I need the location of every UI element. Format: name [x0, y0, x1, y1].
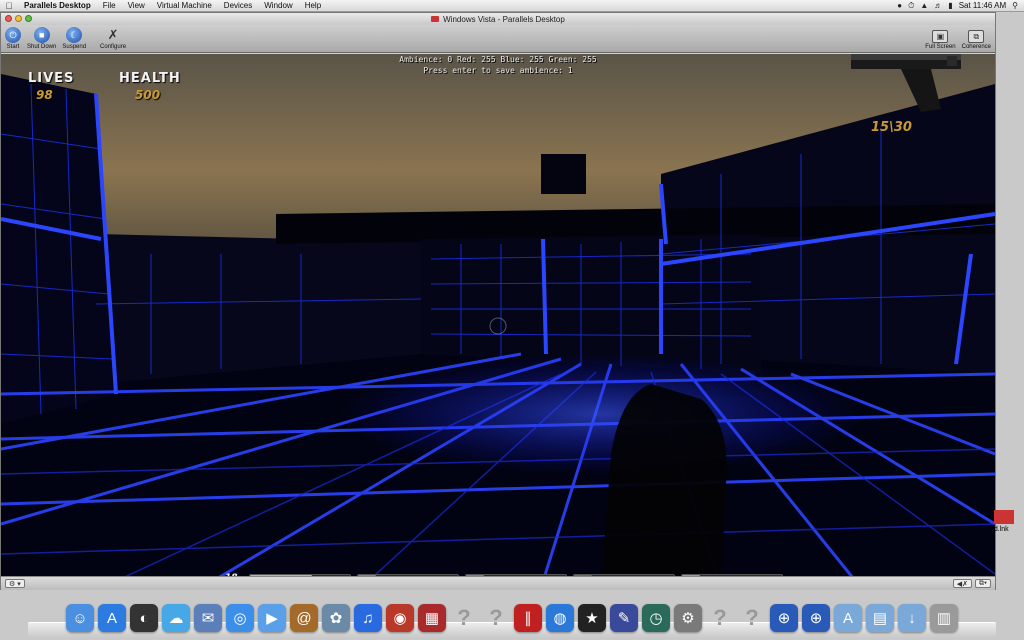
time-machine-icon[interactable]: ◷ [642, 604, 670, 632]
window-titlebar[interactable]: Windows Vista - Parallels Desktop [1, 13, 995, 25]
trash-icon[interactable]: ▥ [930, 604, 958, 632]
photo-icon[interactable]: ▦ [418, 604, 446, 632]
parallels-icon[interactable]: ∥ [514, 604, 542, 632]
menu-devices[interactable]: Devices [218, 1, 258, 10]
time-machine-tray-icon[interactable]: ⏱ [908, 1, 914, 11]
menu-extras: ● ⏱ ▲ ♬ ▮ Sat 11:46 AM ⚲ [897, 1, 1024, 11]
vm-actions-menu[interactable]: ⚙ ▾ [5, 579, 25, 588]
unknown-app-icon[interactable]: ? [706, 604, 734, 632]
documents-folder-icon[interactable]: ▤ [866, 604, 894, 632]
suspend-label: Suspend [62, 44, 87, 50]
unknown-app-icon[interactable]: ? [738, 604, 766, 632]
dvd-icon[interactable]: ◍ [546, 604, 574, 632]
window-title: Windows Vista - Parallels Desktop [443, 14, 565, 24]
full-screen-icon: ▣ [932, 30, 949, 43]
window-controls [5, 15, 32, 22]
configure-label: Configure [100, 44, 127, 50]
menu-window[interactable]: Window [258, 1, 298, 10]
ichat-icon[interactable]: ☁ [162, 604, 190, 632]
debug-ambience-text: Ambience: 0 Red: 255 Blue: 255 Green: 25… [399, 55, 597, 64]
coherence-button[interactable]: ⧉ Coherence [962, 30, 991, 50]
spotlight-icon[interactable]: ⚲ [1012, 1, 1018, 10]
vm-view-toggle[interactable]: ⧉▾ [975, 579, 991, 588]
downloads-folder-icon[interactable]: ↓ [898, 604, 926, 632]
dashboard-icon[interactable]: ◐ [130, 604, 158, 632]
itunes-icon[interactable]: ♫ [354, 604, 382, 632]
start-label: Start [6, 44, 20, 50]
parallels-window: Windows Vista - Parallels Desktop ⏻ Star… [0, 12, 996, 590]
full-screen-label: Full Screen [925, 44, 956, 50]
mail-stamp-icon[interactable]: ✉ [194, 604, 222, 632]
health-value: 500 [135, 88, 161, 102]
power-icon: ⏻ [5, 27, 21, 43]
menu-file[interactable]: File [97, 1, 122, 10]
shut-down-label: Shut Down [27, 44, 57, 50]
app-store-icon[interactable]: A [98, 604, 126, 632]
vm-devices-toggle[interactable]: ◀✗ [952, 579, 973, 588]
menu-virtual-machine[interactable]: Virtual Machine [151, 1, 218, 10]
desktop-shortcut[interactable]: ad.lnk [990, 510, 1014, 533]
shortcut-file-icon [994, 510, 1014, 524]
zoom-window-icon[interactable] [25, 15, 32, 22]
configure-button[interactable]: ✗ Configure [100, 27, 126, 50]
dock: ☺ A ◐ ☁ ✉ ◎ ▶ @ ✿ ♫ ◉ ▦?? ∥ ◍ ★ ✎ ◷ ⚙?? ⊕ ⊕ A ▤ ↓ ▥ [28, 596, 996, 640]
volume-icon[interactable]: ♬ [934, 1, 942, 10]
debug-save-text: Press enter to save ambience: 1 [423, 66, 573, 75]
photo-booth-icon[interactable]: ◉ [386, 604, 414, 632]
address-book-icon[interactable]: @ [290, 604, 318, 632]
paint-icon[interactable]: ✎ [610, 604, 638, 632]
shut-down-button[interactable]: ■ Shut Down [27, 27, 56, 50]
system-prefs-icon[interactable]: ⚙ [674, 604, 702, 632]
imovie-icon[interactable]: ★ [578, 604, 606, 632]
game-viewport[interactable]: LIVES 98 HEALTH 500 Ambience: 0 Red: 255… [1, 54, 995, 588]
bluetooth-icon[interactable]: ● [897, 1, 902, 10]
safari-icon[interactable]: ◎ [226, 604, 254, 632]
ammo-counter: 15\30 [871, 120, 912, 135]
minimize-window-icon[interactable] [15, 15, 22, 22]
apple-menu-icon[interactable]:  [0, 1, 18, 11]
battery-icon[interactable]: ▮ [948, 1, 952, 10]
game-scene [1, 54, 995, 588]
menu-help[interactable]: Help [299, 1, 327, 10]
coherence-icon: ⧉ [968, 30, 985, 43]
applications-folder-icon[interactable]: A [834, 604, 862, 632]
wifi-icon[interactable]: ▲ [920, 1, 928, 10]
unknown-app-icon[interactable]: ? [450, 604, 478, 632]
wrench-icon: ✗ [107, 27, 119, 42]
menu-clock[interactable]: Sat 11:46 AM [959, 1, 1006, 10]
coherence-label: Coherence [961, 44, 991, 50]
menu-app-name[interactable]: Parallels Desktop [18, 1, 97, 10]
finder-icon[interactable]: ☺ [66, 604, 94, 632]
menu-view[interactable]: View [122, 1, 151, 10]
start-button[interactable]: ⏻ Start [5, 27, 21, 50]
stop-icon: ■ [33, 27, 50, 43]
vm-target-icon[interactable]: ⊕ [770, 604, 798, 632]
tower-top [541, 154, 586, 194]
close-window-icon[interactable] [5, 15, 12, 22]
desktop-shortcut-label: ad.lnk [990, 526, 1009, 533]
iphoto-icon[interactable]: ✿ [322, 604, 350, 632]
lives-value: 98 [36, 88, 53, 102]
unknown-app-icon[interactable]: ? [482, 604, 510, 632]
mac-menu-bar:  Parallels Desktop File View Virtual Ma… [0, 0, 1024, 12]
floor-glow [341, 354, 861, 474]
full-screen-button[interactable]: ▣ Full Screen [925, 30, 956, 50]
vm-toolbar: ⏻ Start ■ Shut Down ☾ Suspend ✗ Configur… [1, 25, 995, 53]
facetime-icon[interactable]: ▶ [258, 604, 286, 632]
vm-target-icon[interactable]: ⊕ [802, 604, 830, 632]
suspend-button[interactable]: ☾ Suspend [62, 27, 86, 50]
vm-window-icon [431, 16, 440, 22]
vm-statusbar: ⚙ ▾ ◀✗ ⧉▾ [1, 576, 995, 590]
moon-icon: ☾ [66, 27, 83, 43]
